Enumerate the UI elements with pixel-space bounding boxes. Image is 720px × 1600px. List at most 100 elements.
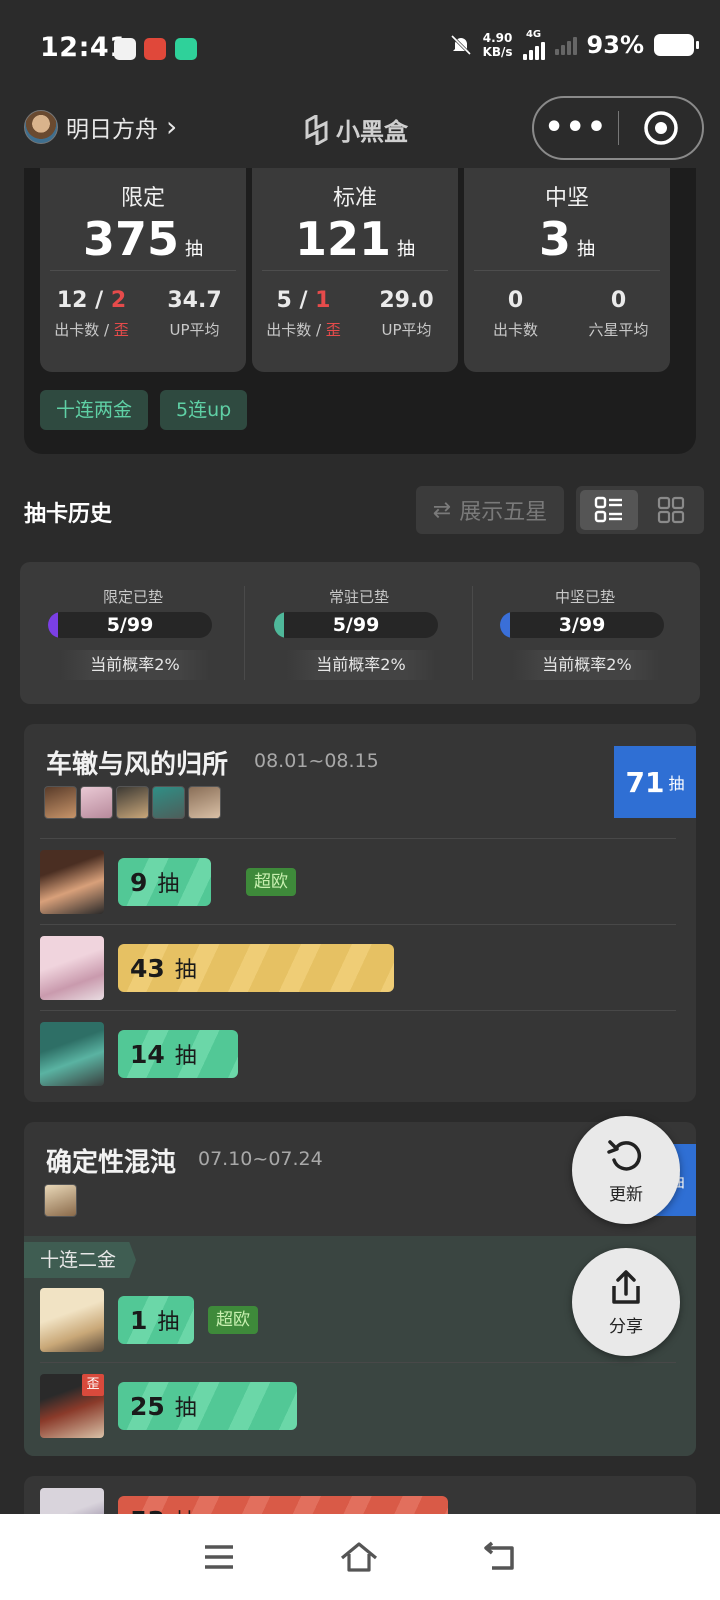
operator-thumb bbox=[116, 786, 149, 819]
show-five-star-label: 展示五星 bbox=[459, 500, 548, 525]
mute-bell-icon bbox=[450, 34, 471, 56]
banner-title: 车辙与风的归所 bbox=[46, 750, 229, 780]
pull-count-bar: 14 抽 bbox=[118, 1030, 238, 1078]
pool-count: 3抽 bbox=[464, 212, 670, 266]
up-average-label: UP平均 bbox=[169, 321, 220, 339]
share-button[interactable]: 分享 bbox=[572, 1248, 680, 1356]
pity-standard: 常驻已垫 5/99 当前概率2% bbox=[246, 562, 472, 704]
cards-count: 5 bbox=[276, 288, 292, 313]
list-view-icon bbox=[594, 496, 622, 523]
pull-unit: 抽 bbox=[157, 1310, 180, 1335]
pity-rate: 当前概率2% bbox=[60, 650, 210, 680]
pool-title: 标准 bbox=[332, 186, 377, 211]
pool-count-unit: 抽 bbox=[577, 239, 595, 260]
pity-progress-bar: 5/99 bbox=[274, 612, 438, 638]
pool-count-unit: 抽 bbox=[185, 239, 204, 260]
operator-avatar bbox=[40, 1288, 104, 1352]
banner-total-badge: 71 抽 bbox=[614, 746, 696, 818]
mini-program-capsule: ••• bbox=[532, 96, 704, 160]
operator-thumb bbox=[188, 786, 221, 819]
cards-count: 12 bbox=[56, 288, 88, 313]
banner-total-unit: 抽 bbox=[668, 774, 685, 793]
pity-card: 限定已垫 5/99 当前概率2% 常驻已垫 5/99 当前概率2% 中坚已垫 3… bbox=[20, 562, 700, 704]
pull-count: 25 bbox=[130, 1391, 165, 1421]
off-banner-label: 歪 bbox=[325, 321, 341, 339]
cube-app-icon bbox=[175, 38, 197, 60]
achievement-badge: 5连up bbox=[160, 390, 248, 430]
pool-core: 中坚 3抽 0 出卡数 0 六星平均 bbox=[464, 168, 670, 372]
view-toggle bbox=[576, 486, 704, 534]
system-nav-bar bbox=[0, 1514, 720, 1600]
lucky-tag: 超欧 bbox=[246, 868, 296, 896]
status-bar: 12:41 4.90 KB/s 4G 93% bbox=[0, 0, 720, 96]
pull-unit: 抽 bbox=[174, 1396, 197, 1421]
target-close-icon bbox=[643, 111, 678, 145]
grid-view-icon bbox=[657, 496, 685, 524]
history-title: 抽卡历史 bbox=[24, 502, 113, 527]
pity-value: 5/99 bbox=[106, 614, 154, 636]
menu-icon[interactable] bbox=[202, 1542, 236, 1572]
off-banner-tag: 歪 bbox=[82, 1374, 104, 1396]
battery-icon bbox=[654, 34, 699, 56]
operator-thumb bbox=[44, 786, 77, 819]
pool-title: 限定 bbox=[120, 186, 165, 211]
achievement-badge: 十连两金 bbox=[40, 390, 149, 430]
pool-count-number: 3 bbox=[538, 212, 571, 266]
pool-divider bbox=[262, 270, 448, 271]
six-star-average-label: 六星平均 bbox=[588, 321, 649, 339]
cards-label: 出卡数 bbox=[54, 321, 100, 339]
pool-title: 中坚 bbox=[544, 186, 589, 211]
close-mini-program-button[interactable] bbox=[619, 109, 702, 147]
pity-divider bbox=[244, 586, 245, 680]
list-view-button[interactable] bbox=[580, 490, 638, 530]
refresh-button[interactable]: 更新 bbox=[572, 1116, 680, 1224]
gacha-history-page: { "status_bar": { "time": "12:41", "net_… bbox=[0, 0, 720, 1600]
signal-icon bbox=[522, 40, 545, 60]
up-average-label: UP平均 bbox=[381, 321, 432, 339]
game-switcher[interactable]: 明日方舟 › bbox=[24, 110, 177, 144]
pity-label: 限定已垫 bbox=[102, 588, 163, 606]
up-average-value: 34.7 bbox=[167, 288, 222, 313]
operator-avatar bbox=[40, 850, 104, 914]
pool-count: 375 抽 bbox=[40, 212, 246, 266]
show-five-star-button[interactable]: ⇄ 展示五星 bbox=[416, 486, 564, 534]
home-icon[interactable] bbox=[339, 1540, 379, 1574]
net-speed: 4.90 KB/s bbox=[483, 31, 513, 59]
chevron-right-icon: › bbox=[166, 110, 178, 143]
off-banner-label: 歪 bbox=[113, 321, 129, 339]
off-banner-count: 2 bbox=[110, 288, 127, 313]
pity-core: 中坚已垫 3/99 当前概率2% bbox=[472, 562, 698, 704]
pity-rate: 当前概率2% bbox=[512, 650, 662, 680]
share-label: 分享 bbox=[609, 1316, 643, 1337]
pull-count: 1 bbox=[130, 1305, 148, 1335]
net-speed-value: 4.90 bbox=[482, 31, 513, 45]
six-star-average-value: 0 bbox=[610, 288, 627, 313]
banner-date: 07.10~07.24 bbox=[198, 1148, 323, 1170]
banner-operator-thumbs bbox=[44, 786, 221, 819]
more-menu-button[interactable]: ••• bbox=[534, 113, 618, 143]
pull-count: 9 bbox=[130, 867, 148, 897]
pull-count-bar: 1抽 bbox=[118, 1296, 194, 1344]
signal-2-icon bbox=[554, 35, 577, 55]
refresh-icon bbox=[607, 1139, 642, 1171]
swap-icon: ⇄ bbox=[432, 497, 452, 523]
pity-limited: 限定已垫 5/99 当前概率2% bbox=[20, 562, 246, 704]
banner-operator-thumbs bbox=[44, 1184, 77, 1217]
grid-view-button[interactable] bbox=[642, 490, 700, 530]
share-icon bbox=[612, 1269, 640, 1304]
pity-value: 5/99 bbox=[332, 614, 380, 636]
banner-card[interactable]: 车辙与风的归所 08.01~08.15 71 抽 9抽 超欧 43 抽 14 抽 bbox=[24, 724, 696, 1102]
back-icon[interactable] bbox=[482, 1540, 518, 1574]
brand-logo: 小黑盒 bbox=[304, 112, 408, 147]
banner-date: 08.01~08.15 bbox=[254, 750, 379, 772]
pool-count: 121 抽 bbox=[252, 212, 458, 266]
pity-value: 3/99 bbox=[558, 614, 606, 636]
pool-stat-cards: 0 出卡数 bbox=[464, 288, 567, 340]
mini-program-title-bar: 明日方舟 › 小黑盒 ••• bbox=[0, 96, 720, 168]
operator-thumb bbox=[152, 786, 185, 819]
banner-total-count: 71 bbox=[625, 765, 665, 799]
pool-count-unit: 抽 bbox=[397, 239, 416, 260]
heybox-logo-icon bbox=[305, 114, 328, 145]
pool-stat-average: 0 六星平均 bbox=[567, 288, 670, 340]
off-banner-count: 1 bbox=[315, 288, 331, 313]
